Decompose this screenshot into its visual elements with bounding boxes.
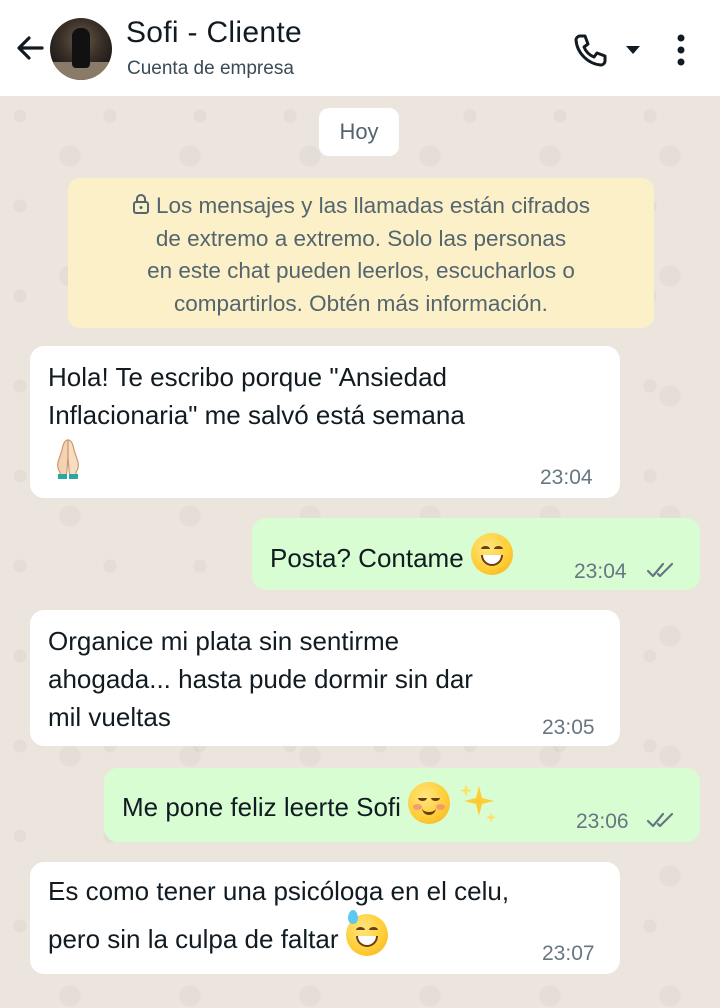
message-text: Organice mi plata sin sentirme ahogada..… <box>48 626 473 732</box>
call-options-button[interactable] <box>620 36 646 62</box>
read-receipt-icon <box>646 812 674 828</box>
message-text: Me pone feliz leerte Sofi <box>122 782 499 826</box>
encryption-line: Los mensajes y las llamadas están cifrad… <box>88 190 634 223</box>
message-outgoing[interactable]: Me pone feliz leerte Sofi 23:06 <box>104 768 700 842</box>
sparkles-emoji <box>460 784 497 823</box>
folded-hands-emoji <box>57 439 79 479</box>
message-time: 23:05 <box>542 716 595 739</box>
kebab-menu-icon <box>677 34 685 66</box>
encryption-line: en este chat pueden leerlos, escucharlos… <box>147 258 575 283</box>
message-incoming[interactable]: Hola! Te escribo porque "Ansiedad Inflac… <box>30 346 620 498</box>
message-text: Posta? Contame <box>270 533 513 577</box>
message-text: Es como tener una psicóloga en el celu, … <box>48 876 510 956</box>
encryption-line: de extremo a extremo. Solo las personas <box>155 225 567 251</box>
message-incoming[interactable]: Es como tener una psicóloga en el celu, … <box>30 862 620 974</box>
message-text: Hola! Te escribo porque "Ansiedad Inflac… <box>48 358 465 490</box>
encryption-line: compartirlos. Obtén más información. <box>174 290 548 316</box>
contact-name[interactable]: Sofi - Cliente <box>126 16 302 50</box>
lock-icon <box>133 193 150 214</box>
date-chip: Hoy <box>319 108 399 156</box>
message-time: 23:04 <box>574 560 627 583</box>
phone-icon <box>574 34 607 67</box>
contact-avatar[interactable] <box>50 18 112 80</box>
read-receipt-icon <box>646 562 674 578</box>
message-time: 23:06 <box>576 810 629 833</box>
back-arrow-icon <box>17 36 44 60</box>
caret-down-icon <box>626 46 640 54</box>
grinning-sweat-emoji <box>345 910 388 956</box>
message-outgoing[interactable]: Posta? Contame 23:04 <box>252 518 700 590</box>
back-button[interactable] <box>10 28 50 68</box>
encryption-notice[interactable]: Los mensajes y las llamadas están cifrad… <box>68 178 654 328</box>
message-time: 23:04 <box>540 466 593 489</box>
smiling-face-emoji <box>408 782 451 824</box>
grinning-face-emoji <box>470 533 513 575</box>
chat-header: Sofi - Cliente Cuenta de empresa <box>0 0 720 96</box>
chat-area[interactable]: Hoy Los mensajes y las llamadas están ci… <box>0 96 720 1008</box>
message-incoming[interactable]: Organice mi plata sin sentirme ahogada..… <box>30 610 620 746</box>
contact-subtitle: Cuenta de empresa <box>127 58 294 79</box>
message-time: 23:07 <box>542 942 595 965</box>
voice-call-button[interactable] <box>568 28 612 72</box>
more-options-button[interactable] <box>664 28 698 72</box>
